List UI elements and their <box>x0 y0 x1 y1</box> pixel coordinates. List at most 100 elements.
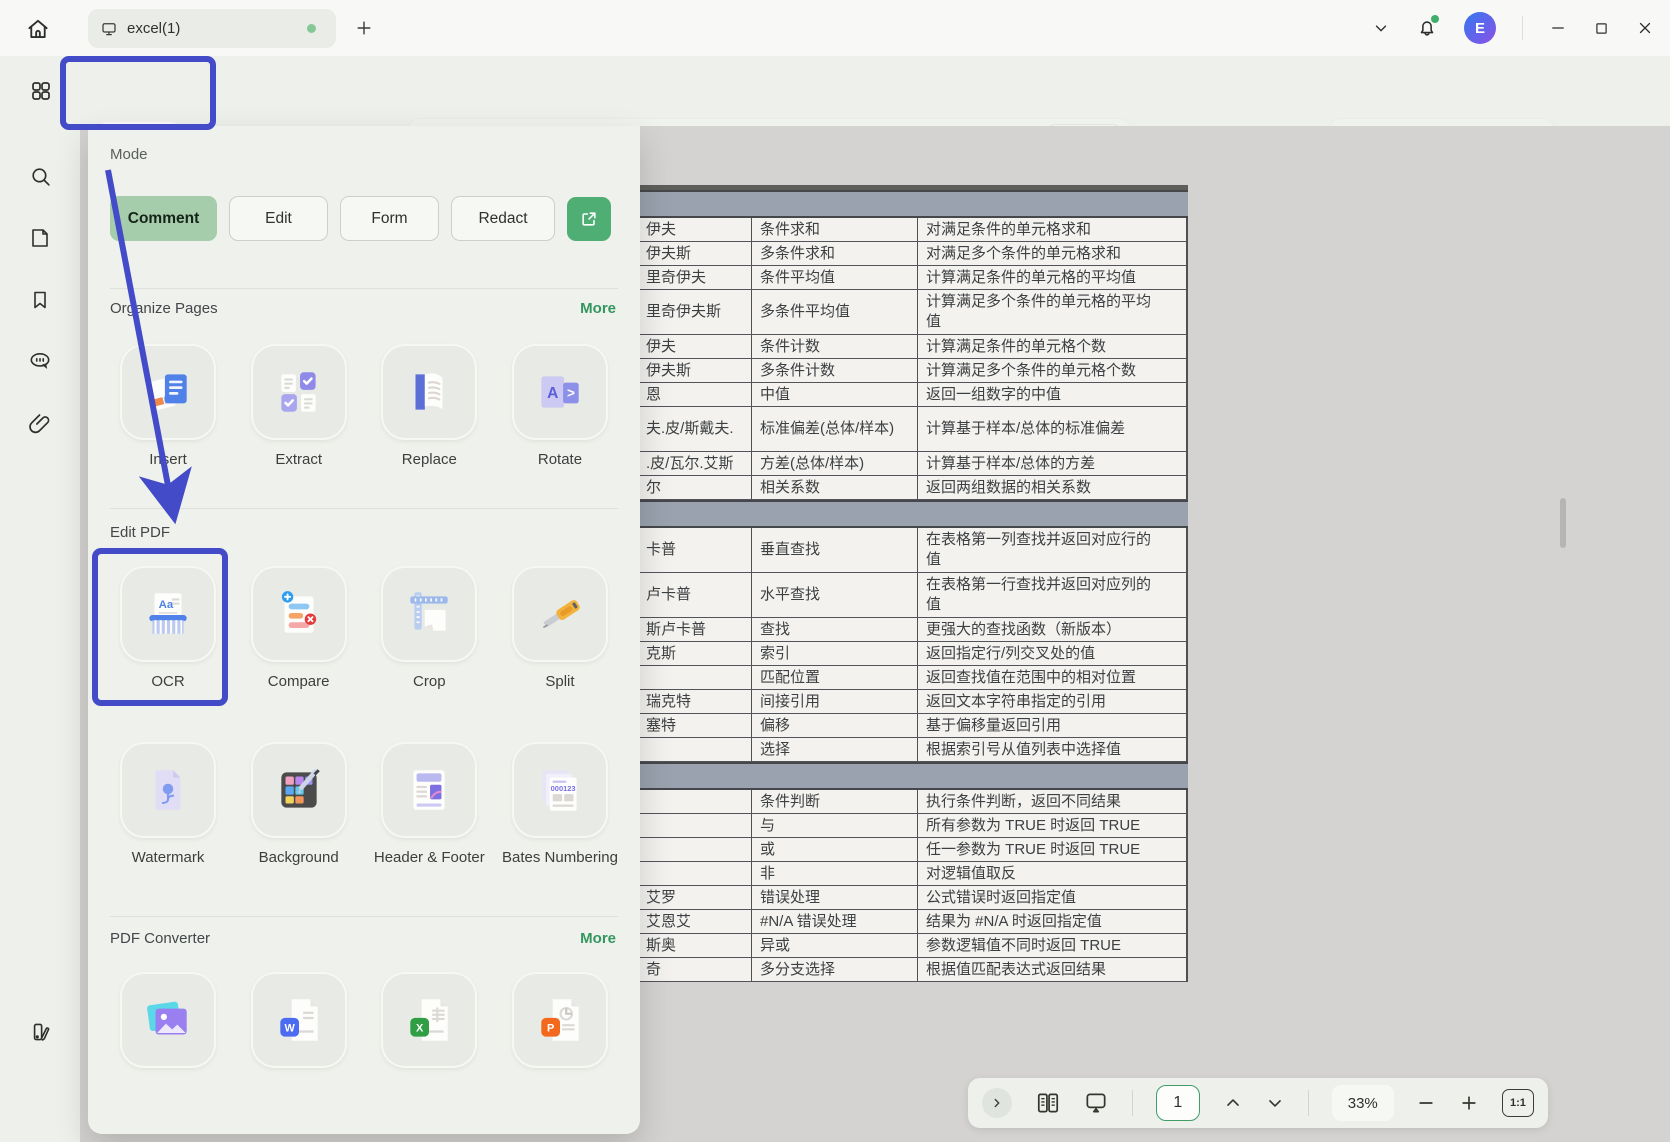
replace-tool[interactable]: Replace <box>369 344 489 470</box>
presentation-mode-icon[interactable] <box>1083 1090 1109 1116</box>
tab-title: excel(1) <box>127 20 307 37</box>
actual-size-button[interactable]: 1:1 <box>1502 1089 1534 1117</box>
document-tab[interactable]: excel(1) <box>88 9 336 48</box>
extract-tool[interactable]: Extract <box>239 344 359 470</box>
notification-dot <box>1431 15 1439 23</box>
image-converter-icon <box>120 972 216 1068</box>
page-number-input[interactable]: 1 <box>1156 1085 1200 1121</box>
pdf-to-image-tool[interactable] <box>108 972 228 1068</box>
cell-function-name: 伊夫斯 <box>640 359 752 382</box>
next-page-icon[interactable] <box>1265 1093 1285 1113</box>
vertical-scrollbar[interactable] <box>1560 498 1566 548</box>
chevron-down-icon[interactable] <box>1372 19 1390 37</box>
search-icon[interactable] <box>26 162 54 190</box>
zoom-in-icon[interactable] <box>1459 1093 1479 1113</box>
two-page-view-icon[interactable] <box>1035 1090 1061 1116</box>
cell-chinese-name: 错误处理 <box>752 886 918 909</box>
svg-text:P: P <box>547 1022 554 1034</box>
rotate-tool[interactable]: A> Rotate <box>500 344 620 470</box>
table-row <box>640 500 1188 528</box>
insert-tool[interactable]: Insert <box>108 344 228 470</box>
cell-description: 对满足多个条件的单元格求和 <box>918 242 1188 265</box>
comments-panel-icon[interactable] <box>26 347 54 375</box>
zoom-level-value[interactable]: 33% <box>1332 1085 1394 1121</box>
edit-pdf-tiles-row1: Aa OCR Compare Crop Split <box>88 566 640 692</box>
cell-description: 返回指定行/列交叉处的值 <box>918 642 1188 665</box>
edit-pdf-tiles-row2: Watermark Background Header & Footer 000… <box>88 742 640 868</box>
cell-description: 根据值匹配表达式返回结果 <box>918 958 1188 981</box>
mode-options: Comment Edit Form Redact <box>110 196 611 241</box>
cell-chinese-name: 条件判断 <box>752 790 918 813</box>
user-avatar[interactable]: E <box>1464 12 1496 44</box>
divider <box>110 508 618 509</box>
pdf-to-excel-tool[interactable]: X <box>369 972 489 1068</box>
table-row: 恩 中值 返回一组数字的中值 <box>640 383 1188 407</box>
split-tool[interactable]: Split <box>500 566 620 692</box>
cell-description: 结果为 #N/A 时返回指定值 <box>918 910 1188 933</box>
open-in-new-window-button[interactable] <box>567 197 611 241</box>
bates-numbering-tool[interactable]: 000123 Bates Numbering <box>500 742 620 868</box>
cell-chinese-name: 多条件求和 <box>752 242 918 265</box>
table-row: 艾恩艾 #N/A 错误处理 结果为 #N/A 时返回指定值 <box>640 910 1188 934</box>
mode-form-button[interactable]: Form <box>340 196 439 241</box>
cell-function-name <box>640 814 752 837</box>
cell-description <box>918 764 1188 788</box>
cell-description: 根据索引号从值列表中选择值 <box>918 738 1188 761</box>
mode-comment-button[interactable]: Comment <box>110 196 217 241</box>
attachments-panel-icon[interactable] <box>26 410 54 438</box>
compare-tool[interactable]: Compare <box>239 566 359 692</box>
background-tool[interactable]: Background <box>239 742 359 868</box>
replace-label: Replace <box>369 449 489 470</box>
table-row <box>640 762 1188 790</box>
table-row: 伊夫斯 多条件求和 对满足多个条件的单元格求和 <box>640 242 1188 266</box>
split-label: Split <box>500 671 620 692</box>
tools-menu-panel: Mode Comment Edit Form Redact Organize P… <box>88 126 640 1134</box>
cell-description: 在表格第一行查找并返回对应列的值 <box>918 573 1188 617</box>
cell-chinese-name: 多条件平均值 <box>752 290 918 334</box>
crop-tool[interactable]: Crop <box>369 566 489 692</box>
cell-function-name: 克斯 <box>640 642 752 665</box>
minimize-icon[interactable] <box>1549 19 1567 37</box>
new-tab-button[interactable] <box>352 16 376 40</box>
previous-page-icon[interactable] <box>1223 1093 1243 1113</box>
cell-description: 返回一组数字的中值 <box>918 383 1188 406</box>
expand-panel-icon[interactable] <box>982 1088 1012 1118</box>
organize-more-link[interactable]: More <box>580 300 616 317</box>
table-row: 选择 根据索引号从值列表中选择值 <box>640 738 1188 762</box>
mode-edit-button[interactable]: Edit <box>229 196 328 241</box>
table-row: 里奇伊夫 条件平均值 计算满足条件的单元格的平均值 <box>640 266 1188 290</box>
watermark-tool[interactable]: Watermark <box>108 742 228 868</box>
bates-numbering-icon: 000123 <box>512 742 608 838</box>
home-icon[interactable] <box>22 13 54 45</box>
insert-icon <box>120 344 216 440</box>
cell-function-name: 艾恩艾 <box>640 910 752 933</box>
pdf-to-word-tool[interactable]: W <box>239 972 359 1068</box>
cell-description: 计算满足多个条件的单元格的平均值 <box>918 290 1188 334</box>
compare-label: Compare <box>239 671 359 692</box>
mode-redact-button[interactable]: Redact <box>451 196 555 241</box>
swatches-icon[interactable] <box>26 1018 54 1046</box>
cell-chinese-name: 或 <box>752 838 918 861</box>
apps-grid-icon[interactable] <box>26 76 56 106</box>
page-thumbnails-icon[interactable] <box>26 224 54 252</box>
cell-function-name: 夫.皮/斯戴夫. <box>640 407 752 451</box>
cell-function-name <box>640 838 752 861</box>
bookmarks-icon[interactable] <box>26 286 54 314</box>
converter-more-link[interactable]: More <box>580 930 616 947</box>
maximize-icon[interactable] <box>1593 20 1610 37</box>
divider <box>110 916 618 917</box>
header-footer-tool[interactable]: Header & Footer <box>369 742 489 868</box>
rotate-icon: A> <box>512 344 608 440</box>
close-window-icon[interactable] <box>1636 19 1654 37</box>
zoom-out-icon[interactable] <box>1416 1093 1436 1113</box>
organize-pages-title: Organize Pages <box>110 300 218 317</box>
ocr-tool[interactable]: Aa OCR <box>108 566 228 692</box>
svg-text:000123: 000123 <box>551 784 576 793</box>
cell-description: 对逻辑值取反 <box>918 862 1188 885</box>
svg-text:X: X <box>416 1022 424 1034</box>
notifications-bell-icon[interactable] <box>1416 17 1438 39</box>
cell-description <box>918 192 1188 216</box>
pdf-to-powerpoint-tool[interactable]: P <box>500 972 620 1068</box>
cell-description: 返回查找值在范围中的相对位置 <box>918 666 1188 689</box>
table-row: 或 任一参数为 TRUE 时返回 TRUE <box>640 838 1188 862</box>
